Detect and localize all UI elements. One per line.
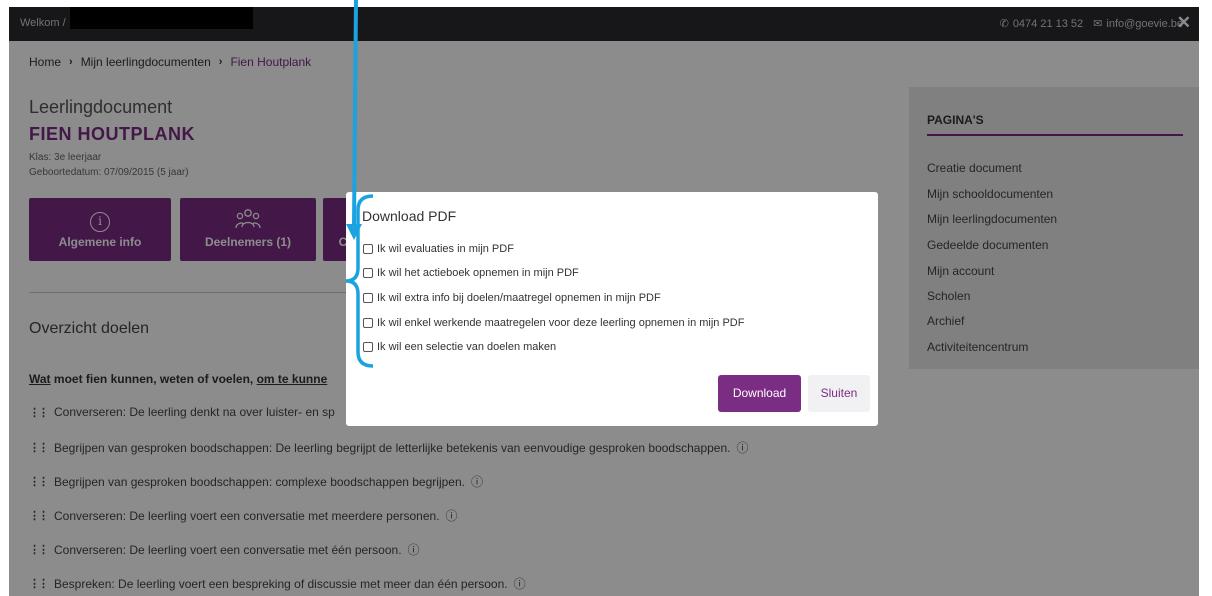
option-label: Ik wil een selectie van doelen maken	[377, 341, 557, 353]
close-button[interactable]: Sluiten	[808, 375, 870, 412]
option-extra-info[interactable]: Ik wil extra info bij doelen/maatregel o…	[363, 292, 661, 304]
checkbox[interactable]	[363, 244, 373, 254]
option-goal-selection[interactable]: Ik wil een selectie van doelen maken	[363, 341, 556, 353]
checkbox[interactable]	[363, 342, 373, 352]
option-action-book[interactable]: Ik wil het actieboek opnemen in mijn PDF	[363, 267, 579, 279]
option-label: Ik wil extra info bij doelen/maatregel o…	[377, 292, 661, 304]
app-window: Welkom / ✆ 0474 21 13 52 ✉ info@goevie.be …	[9, 7, 1199, 596]
checkbox[interactable]	[363, 318, 373, 328]
option-label: Ik wil enkel werkende maatregelen voor d…	[377, 317, 745, 329]
download-pdf-modal: Download PDF Ik wil evaluaties in mijn P…	[346, 192, 878, 426]
option-label: Ik wil het actieboek opnemen in mijn PDF	[377, 267, 579, 279]
download-button[interactable]: Download	[718, 375, 801, 412]
modal-title: Download PDF	[362, 208, 457, 224]
option-working-measures[interactable]: Ik wil enkel werkende maatregelen voor d…	[363, 317, 744, 329]
checkbox[interactable]	[363, 293, 373, 303]
option-evaluations[interactable]: Ik wil evaluaties in mijn PDF	[363, 243, 514, 255]
checkbox[interactable]	[363, 268, 373, 278]
option-label: Ik wil evaluaties in mijn PDF	[377, 243, 514, 255]
